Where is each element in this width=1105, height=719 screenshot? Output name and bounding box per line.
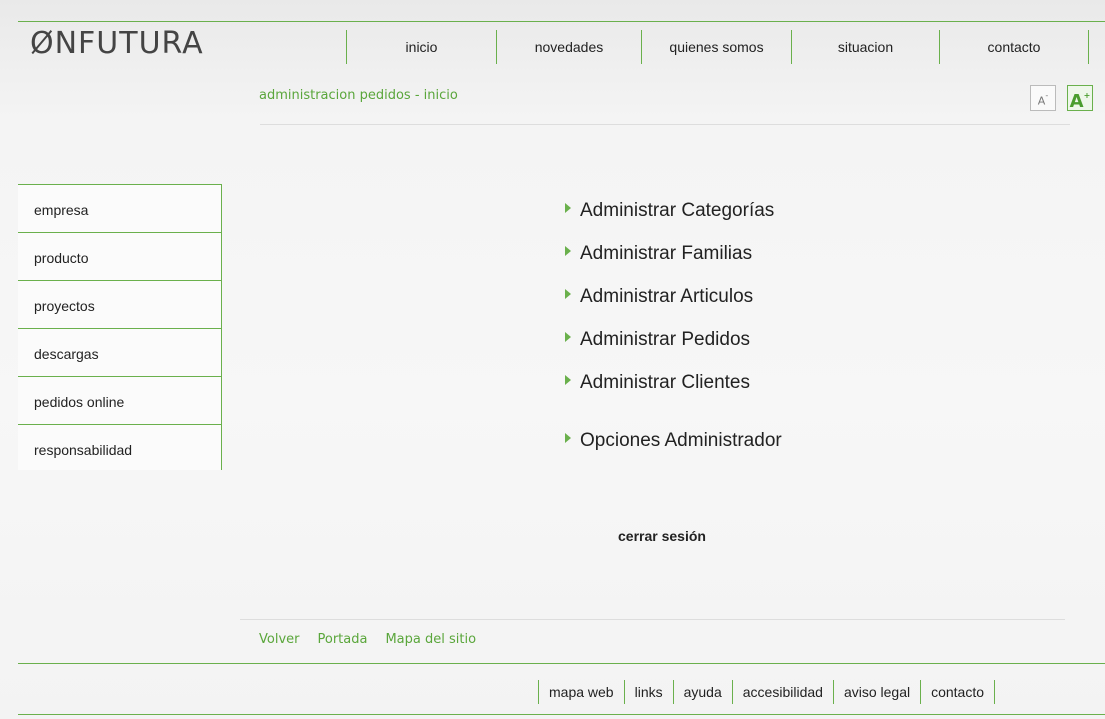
- font-increase-icon: A: [1069, 91, 1084, 112]
- footer-link-volver[interactable]: Volver: [259, 632, 300, 647]
- admin-link-categorias[interactable]: Administrar Categorías: [565, 200, 774, 222]
- page: ØNFUTURA inicio novedades quienes somos …: [0, 0, 1105, 719]
- admin-link-pedidos[interactable]: Administrar Pedidos: [565, 329, 750, 351]
- arrow-right-icon: [565, 332, 571, 342]
- breadcrumb-divider: [260, 124, 1070, 125]
- admin-link-label: Administrar Articulos: [580, 286, 754, 307]
- admin-link-label: Administrar Familias: [580, 243, 753, 264]
- logout-link[interactable]: cerrar sesión: [618, 528, 706, 544]
- admin-link-label: Administrar Categorías: [580, 200, 775, 221]
- bottom-nav-aviso-legal[interactable]: aviso legal: [832, 680, 920, 704]
- sidebar-item-descargas[interactable]: descargas: [18, 328, 222, 376]
- footer-link-mapa-sitio[interactable]: Mapa del sitio: [385, 632, 476, 647]
- footer-link-portada[interactable]: Portada: [318, 632, 368, 647]
- sidebar-item-responsabilidad[interactable]: responsabilidad: [18, 424, 222, 470]
- admin-link-label: Administrar Clientes: [580, 372, 750, 393]
- admin-link-clientes[interactable]: Administrar Clientes: [565, 372, 750, 394]
- nav-item-novedades[interactable]: novedades: [496, 30, 641, 64]
- bottom-nav-contacto[interactable]: contacto: [920, 680, 996, 704]
- arrow-right-icon: [565, 203, 571, 213]
- sidebar-item-pedidos-online[interactable]: pedidos online: [18, 376, 222, 424]
- footer-top-line: [18, 663, 1105, 664]
- main-nav: inicio novedades quienes somos situacion…: [346, 30, 1089, 64]
- sidebar-item-producto[interactable]: producto: [18, 232, 222, 280]
- admin-link-opciones[interactable]: Opciones Administrador: [565, 430, 782, 452]
- bottom-nav-accesibilidad[interactable]: accesibilidad: [731, 680, 833, 704]
- bottom-nav-links[interactable]: links: [623, 680, 673, 704]
- nav-item-contacto[interactable]: contacto: [939, 30, 1089, 64]
- nav-item-quienes-somos[interactable]: quienes somos: [641, 30, 791, 64]
- sidebar-item-empresa[interactable]: empresa: [18, 184, 222, 232]
- site-logo[interactable]: ØNFUTURA: [30, 24, 204, 64]
- font-size-increase-button[interactable]: A+: [1067, 85, 1093, 112]
- arrow-right-icon: [565, 375, 571, 385]
- admin-link-label: Opciones Administrador: [580, 430, 782, 451]
- bottom-nav-mapa-web[interactable]: mapa web: [538, 680, 624, 704]
- font-size-decrease-button[interactable]: A-: [1030, 85, 1056, 111]
- footer-divider: [240, 619, 1065, 620]
- arrow-right-icon: [565, 433, 571, 443]
- footer-bottom-line: [18, 714, 1105, 715]
- nav-item-inicio[interactable]: inicio: [346, 30, 496, 64]
- admin-link-familias[interactable]: Administrar Familias: [565, 243, 752, 265]
- arrow-right-icon: [565, 246, 571, 256]
- header-top-line: [18, 21, 1105, 22]
- bottom-nav: mapa web links ayuda accesibilidad aviso…: [538, 680, 996, 704]
- sidebar-item-proyectos[interactable]: proyectos: [18, 280, 222, 328]
- admin-link-articulos[interactable]: Administrar Articulos: [565, 286, 753, 308]
- arrow-right-icon: [565, 289, 571, 299]
- sidebar: empresa producto proyectos descargas ped…: [18, 184, 222, 470]
- bottom-nav-ayuda[interactable]: ayuda: [672, 680, 732, 704]
- nav-item-situacion[interactable]: situacion: [791, 30, 939, 64]
- footer-links: Volver Portada Mapa del sitio: [259, 632, 476, 647]
- breadcrumb: administracion pedidos - inicio: [259, 88, 458, 103]
- admin-link-label: Administrar Pedidos: [580, 329, 751, 350]
